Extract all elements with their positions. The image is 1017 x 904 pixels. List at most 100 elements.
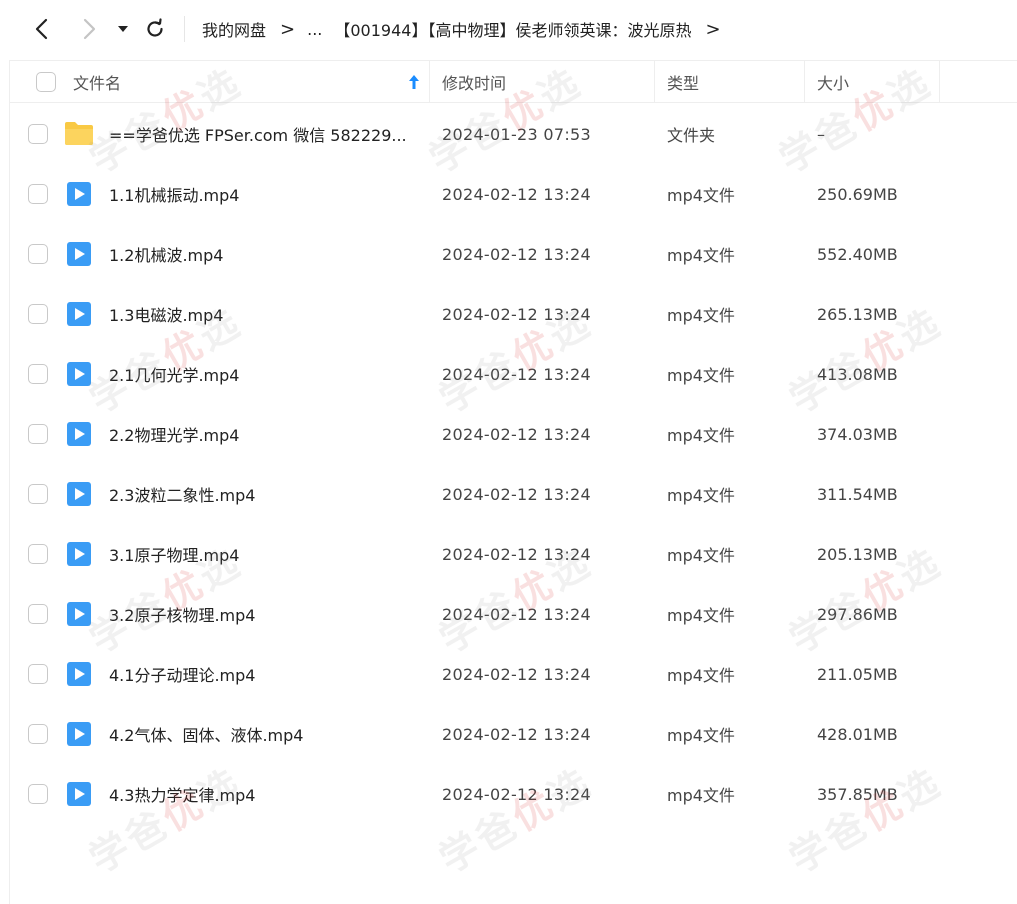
file-size: 265.13MB xyxy=(817,304,898,324)
chevron-right-icon xyxy=(83,18,96,40)
column-header-size[interactable]: 大小 xyxy=(817,61,849,103)
file-size: 413.08MB xyxy=(817,364,898,384)
video-file-icon xyxy=(66,361,92,387)
refresh-icon xyxy=(147,18,163,37)
video-file-icon xyxy=(66,481,92,507)
file-size: 552.40MB xyxy=(817,244,898,264)
file-name: 2.1几何光学.mp4 xyxy=(109,366,240,385)
forward-button[interactable] xyxy=(74,14,104,44)
back-button[interactable] xyxy=(27,14,57,44)
file-modified-time: 2024-02-12 13:24 xyxy=(442,604,591,624)
video-file-icon xyxy=(66,601,92,627)
file-size: 357.85MB xyxy=(817,784,898,804)
file-type: 文件夹 xyxy=(667,126,716,145)
column-header-type-label: 类型 xyxy=(667,74,700,93)
file-row[interactable]: 2.2物理光学.mp4 2024-02-12 13:24 mp4文件 374.0… xyxy=(10,404,1017,464)
column-header-name[interactable]: 文件名 xyxy=(73,61,121,103)
file-row[interactable]: 4.3热力学定律.mp4 2024-02-12 13:24 mp4文件 357.… xyxy=(10,764,1017,824)
row-checkbox[interactable] xyxy=(28,604,48,624)
row-checkbox[interactable] xyxy=(28,484,48,504)
video-file-icon xyxy=(66,301,92,327)
breadcrumb-expand-arrow[interactable]: > xyxy=(705,19,720,40)
file-name: 4.3热力学定律.mp4 xyxy=(109,786,256,805)
column-header-size-label: 大小 xyxy=(817,74,850,93)
column-header-modified[interactable]: 修改时间 xyxy=(442,61,506,103)
row-checkbox[interactable] xyxy=(28,304,48,324)
file-name: 2.2物理光学.mp4 xyxy=(109,426,240,445)
column-divider[interactable] xyxy=(804,61,805,103)
caret-down-icon xyxy=(118,26,128,32)
file-row[interactable]: 4.1分子动理论.mp4 2024-02-12 13:24 mp4文件 211.… xyxy=(10,644,1017,704)
file-size: 311.54MB xyxy=(817,484,898,504)
file-size: 297.86MB xyxy=(817,604,898,624)
file-size: – xyxy=(817,124,825,144)
file-row[interactable]: ==学爸优选 FPSer.com 微信 582229... 2024-01-23… xyxy=(10,104,1017,164)
video-file-icon xyxy=(66,241,92,267)
file-modified-time: 2024-02-12 13:24 xyxy=(442,364,591,384)
breadcrumb-separator: > xyxy=(280,18,296,40)
file-row[interactable]: 1.2机械波.mp4 2024-02-12 13:24 mp4文件 552.40… xyxy=(10,224,1017,284)
row-checkbox[interactable] xyxy=(28,544,48,564)
file-name: ==学爸优选 FPSer.com 微信 582229... xyxy=(109,126,407,145)
column-divider[interactable] xyxy=(654,61,655,103)
file-row[interactable]: 3.1原子物理.mp4 2024-02-12 13:24 mp4文件 205.1… xyxy=(10,524,1017,584)
file-modified-time: 2024-02-12 13:24 xyxy=(442,544,591,564)
select-all-checkbox[interactable] xyxy=(36,72,56,92)
file-modified-time: 2024-02-12 13:24 xyxy=(442,184,591,204)
file-type: mp4文件 xyxy=(667,486,735,505)
breadcrumb-current-folder[interactable]: 【001944】【高中物理】侯老师领英课：波光原热 xyxy=(334,17,691,41)
row-checkbox[interactable] xyxy=(28,664,48,684)
column-header-type[interactable]: 类型 xyxy=(667,61,699,103)
file-row[interactable]: 2.3波粒二象性.mp4 2024-02-12 13:24 mp4文件 311.… xyxy=(10,464,1017,524)
row-checkbox[interactable] xyxy=(28,124,48,144)
file-row[interactable]: 4.2气体、固体、液体.mp4 2024-02-12 13:24 mp4文件 4… xyxy=(10,704,1017,764)
file-name: 2.3波粒二象性.mp4 xyxy=(109,486,256,505)
file-type: mp4文件 xyxy=(667,666,735,685)
file-row[interactable]: 3.2原子核物理.mp4 2024-02-12 13:24 mp4文件 297.… xyxy=(10,584,1017,644)
file-type: mp4文件 xyxy=(667,426,735,445)
video-file-icon xyxy=(66,661,92,687)
file-size: 250.69MB xyxy=(817,184,898,204)
video-file-icon xyxy=(66,721,92,747)
file-name: 1.2机械波.mp4 xyxy=(109,246,224,265)
breadcrumb: 我的网盘 > ... 【001944】【高中物理】侯老师领英课：波光原热 > xyxy=(202,0,733,58)
file-row[interactable]: 1.1机械振动.mp4 2024-02-12 13:24 mp4文件 250.6… xyxy=(10,164,1017,224)
file-modified-time: 2024-02-12 13:24 xyxy=(442,484,591,504)
row-checkbox[interactable] xyxy=(28,244,48,264)
video-file-icon xyxy=(66,541,92,567)
folder-icon xyxy=(65,121,93,147)
file-type: mp4文件 xyxy=(667,306,735,325)
video-file-icon xyxy=(66,181,92,207)
row-checkbox[interactable] xyxy=(28,184,48,204)
file-modified-time: 2024-02-12 13:24 xyxy=(442,724,591,744)
file-name: 4.1分子动理论.mp4 xyxy=(109,666,256,685)
column-divider[interactable] xyxy=(429,61,430,103)
row-checkbox[interactable] xyxy=(28,724,48,744)
file-modified-time: 2024-02-12 13:24 xyxy=(442,304,591,324)
row-checkbox[interactable] xyxy=(28,424,48,444)
file-name: 4.2气体、固体、液体.mp4 xyxy=(109,726,304,745)
refresh-button[interactable] xyxy=(140,14,170,44)
column-header-name-label: 文件名 xyxy=(73,74,122,93)
file-modified-time: 2024-02-12 13:24 xyxy=(442,424,591,444)
file-browser-window: 我的网盘 > ... 【001944】【高中物理】侯老师领英课：波光原热 > 文… xyxy=(0,0,1017,904)
video-file-icon xyxy=(66,781,92,807)
file-name: 3.2原子核物理.mp4 xyxy=(109,606,256,625)
toolbar-divider xyxy=(184,16,185,42)
breadcrumb-ellipsis[interactable]: ... xyxy=(307,20,322,39)
chevron-left-icon xyxy=(35,18,48,40)
file-size: 211.05MB xyxy=(817,664,898,684)
column-header-row: 文件名 修改时间 类型 大小 xyxy=(10,60,1017,103)
file-modified-time: 2024-02-12 13:24 xyxy=(442,664,591,684)
history-dropdown-button[interactable] xyxy=(110,14,136,44)
row-checkbox[interactable] xyxy=(28,364,48,384)
file-row[interactable]: 2.1几何光学.mp4 2024-02-12 13:24 mp4文件 413.0… xyxy=(10,344,1017,404)
video-file-icon xyxy=(66,421,92,447)
file-row[interactable]: 1.3电磁波.mp4 2024-02-12 13:24 mp4文件 265.13… xyxy=(10,284,1017,344)
file-name: 3.1原子物理.mp4 xyxy=(109,546,240,565)
column-divider[interactable] xyxy=(939,61,940,103)
sort-arrow-up-icon[interactable] xyxy=(408,74,420,90)
breadcrumb-root[interactable]: 我的网盘 xyxy=(202,17,266,41)
row-checkbox[interactable] xyxy=(28,784,48,804)
column-header-modified-label: 修改时间 xyxy=(442,74,507,93)
